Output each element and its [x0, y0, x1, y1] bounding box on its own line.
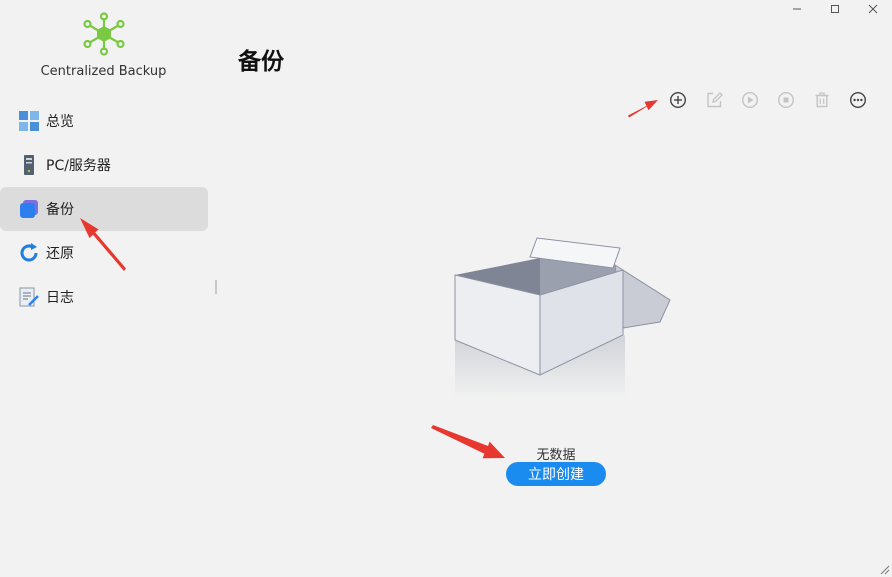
sidebar-nav: 总览 PC/服务器 备份 还原 日志 [0, 99, 208, 319]
minimize-button[interactable] [778, 0, 816, 18]
open-box-icon [454, 237, 671, 400]
sidebar-item-label: 备份 [46, 202, 74, 218]
backup-cube-icon [18, 198, 40, 220]
delete-button[interactable] [804, 88, 840, 112]
restore-circle-icon [18, 242, 40, 264]
stop-circle-icon [777, 91, 795, 109]
create-button[interactable] [660, 88, 696, 112]
run-button[interactable] [732, 88, 768, 112]
close-icon [868, 4, 878, 14]
annotation-arrow-toolbar [628, 100, 658, 118]
sidebar: Centralized Backup 总览 PC/服务器 备份 还原 日志 [0, 0, 215, 577]
sidebar-item-label: 总览 [46, 114, 74, 130]
window-controls [778, 0, 892, 18]
server-tower-icon [18, 154, 40, 176]
create-now-button[interactable]: 立即创建 [506, 462, 606, 486]
edit-button[interactable] [696, 88, 732, 112]
more-button[interactable] [840, 88, 876, 112]
annotation-arrow-create [431, 425, 505, 459]
empty-message: 无数据 [536, 448, 576, 463]
app-name: Centralized Backup [40, 64, 167, 79]
sidebar-item-backup[interactable]: 备份 [0, 187, 208, 231]
maximize-button[interactable] [816, 0, 854, 18]
page-title: 备份 [238, 49, 284, 75]
log-document-icon [18, 286, 40, 308]
sidebar-item-label: 日志 [46, 290, 74, 306]
maximize-icon [831, 5, 839, 13]
minimize-icon [793, 8, 801, 10]
sidebar-item-restore[interactable]: 还原 [0, 231, 208, 275]
plus-circle-icon [669, 91, 687, 109]
trash-icon [815, 92, 829, 108]
toolbar [660, 88, 876, 112]
overview-grid-icon [18, 110, 40, 132]
more-circle-icon [849, 91, 867, 109]
sidebar-item-overview[interactable]: 总览 [0, 99, 208, 143]
sidebar-item-pc-server[interactable]: PC/服务器 [0, 143, 208, 187]
sidebar-item-label: 还原 [46, 246, 74, 262]
play-circle-icon [741, 91, 759, 109]
resize-grip-icon[interactable] [880, 565, 890, 575]
stop-button[interactable] [768, 88, 804, 112]
sidebar-item-label: PC/服务器 [46, 158, 111, 174]
edit-icon [707, 92, 723, 108]
sidebar-splitter[interactable] [215, 280, 217, 294]
close-button[interactable] [854, 0, 892, 18]
network-hub-icon [83, 12, 125, 56]
sidebar-item-log[interactable]: 日志 [0, 275, 208, 319]
